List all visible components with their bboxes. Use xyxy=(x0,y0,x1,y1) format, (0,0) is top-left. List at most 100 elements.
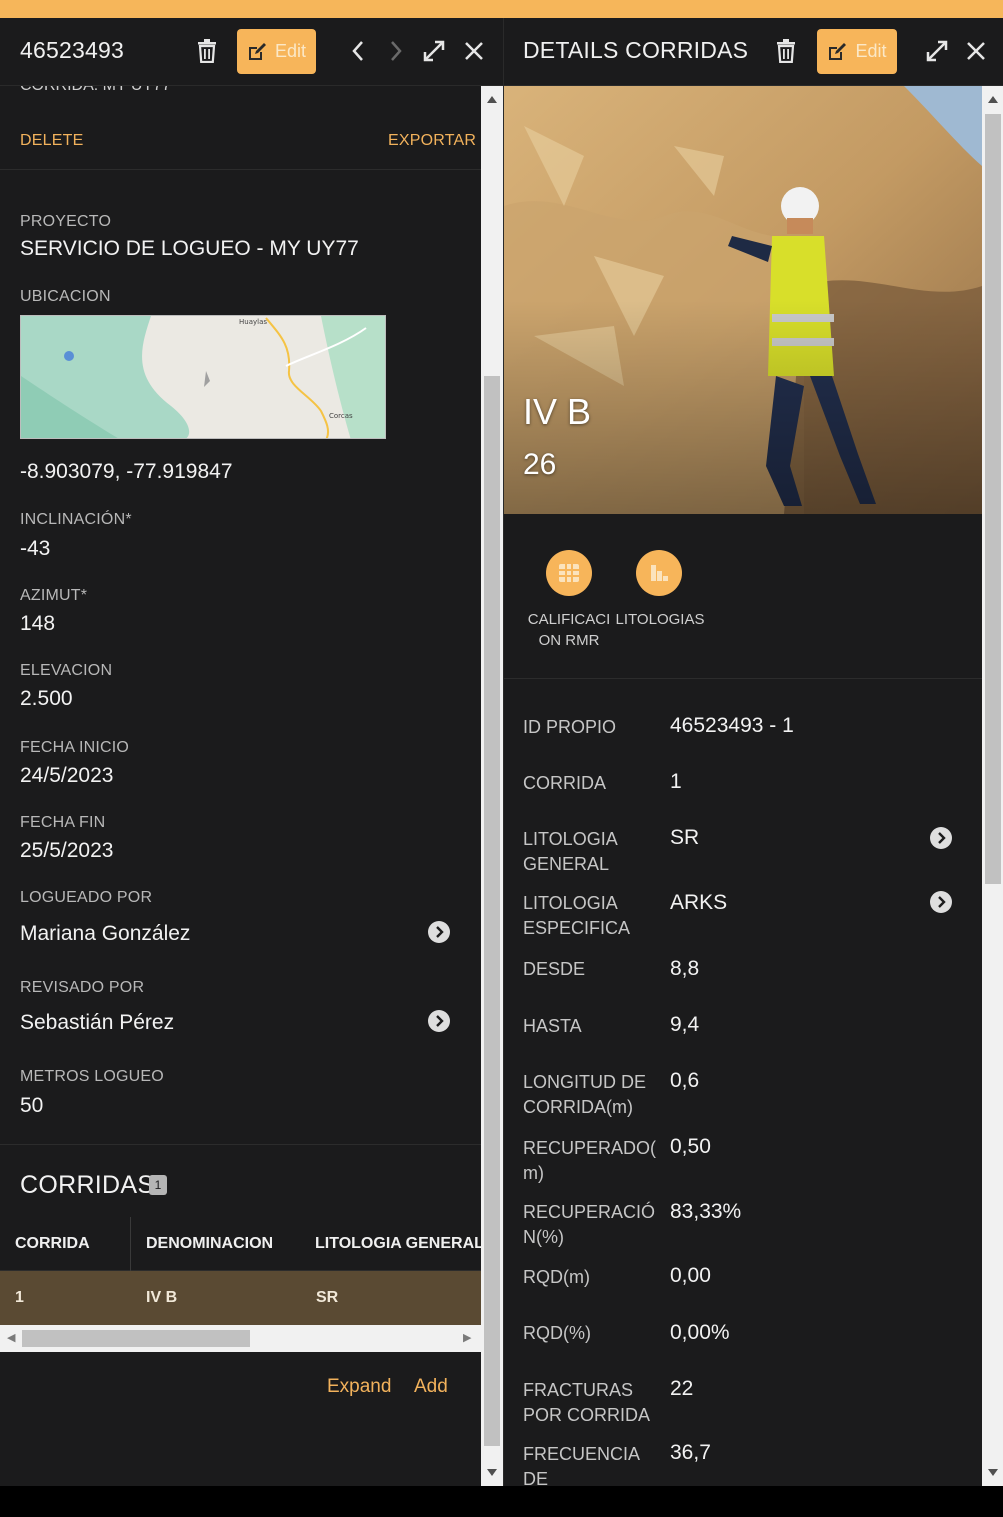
litologias-label: LITOLOGIAS xyxy=(615,611,705,628)
logged-by-value: Mariana González xyxy=(20,922,191,945)
column-header-denominacion[interactable]: DENOMINACION xyxy=(146,1235,273,1253)
grid-icon xyxy=(559,564,579,582)
reviewed-by-label: REVISADO POR xyxy=(20,979,145,996)
scrollbar-thumb[interactable] xyxy=(22,1330,250,1347)
detail-label: FRACTURAS POR CORRIDA xyxy=(523,1380,651,1425)
logged-by-link[interactable] xyxy=(428,921,450,943)
details-title: DETAILS CORRIDAS xyxy=(523,37,749,63)
chevron-right-icon xyxy=(391,41,402,61)
close-button[interactable] xyxy=(956,28,996,74)
expand-link[interactable]: Expand xyxy=(327,1376,391,1398)
expand-button[interactable] xyxy=(917,28,957,74)
left-vertical-scrollbar[interactable] xyxy=(481,86,503,1486)
column-header-corrida[interactable]: CORRIDA xyxy=(15,1235,90,1253)
rmr-label-line2: ON RMR xyxy=(538,632,600,649)
corridas-count-badge: 1 xyxy=(149,1175,167,1195)
elevation-label: ELEVACION xyxy=(20,662,113,679)
project-value: SERVICIO DE LOGUEO - MY UY77 xyxy=(20,237,359,260)
edit-label: Edit xyxy=(274,41,307,61)
cell-corrida: 1 xyxy=(15,1289,24,1306)
inclination-value: -43 xyxy=(20,537,51,560)
trash-icon xyxy=(777,39,795,63)
delete-link[interactable]: DELETE xyxy=(20,132,83,150)
horizontal-scrollbar[interactable]: ◀ ▶ xyxy=(0,1325,481,1352)
scrollbar-thumb[interactable] xyxy=(985,114,1001,884)
delete-button[interactable] xyxy=(187,28,227,74)
scroll-left-icon[interactable]: ◀ xyxy=(7,1331,15,1344)
add-link[interactable]: Add xyxy=(414,1376,448,1398)
cell-denominacion: IV B xyxy=(146,1289,178,1306)
location-label: UBICACION xyxy=(20,288,111,305)
detail-label: LONGITUD DE CORRIDA(m) xyxy=(523,1072,647,1117)
expand-button[interactable] xyxy=(414,28,454,74)
record-panel: 46523493 Edit CORRIDA: MY UY77 DELETE EX… xyxy=(0,18,503,1486)
detail-label: RQD(%) xyxy=(523,1323,591,1343)
detail-label: RECUPERADO(m) xyxy=(523,1138,657,1183)
detail-label: FRECUENCIADE FRACTURAS xyxy=(523,1444,641,1486)
edit-icon xyxy=(829,42,847,60)
map-label-huaylas: Huaylas xyxy=(239,318,267,326)
grid-header: CORRIDA DENOMINACION LITOLOGIA GENERAL..… xyxy=(0,1217,481,1271)
delete-button[interactable] xyxy=(766,28,806,74)
edit-icon xyxy=(248,42,266,60)
clipped-text: CORRIDA: MY UY77 xyxy=(20,86,171,94)
specific-lithology-link[interactable] xyxy=(930,891,952,913)
detail-label: ID PROPIO xyxy=(523,717,617,737)
logged-meters-value: 50 xyxy=(20,1094,44,1117)
column-separator xyxy=(130,1217,131,1271)
detail-label: LITOLOGIA ESPECIFICA xyxy=(523,893,631,938)
chevron-left-icon xyxy=(352,41,363,61)
litologias-button[interactable] xyxy=(636,550,682,596)
detail-label: LITOLOGIA GENERAL xyxy=(523,829,618,874)
chart-icon xyxy=(651,565,668,581)
detail-value: 46523493 - 1 xyxy=(670,714,794,737)
close-button[interactable] xyxy=(454,28,494,74)
previous-button[interactable] xyxy=(338,28,378,74)
detail-value: 0,50 xyxy=(670,1135,711,1158)
expand-icon xyxy=(423,40,445,62)
detail-label: CORRIDA xyxy=(523,773,607,793)
edit-button[interactable]: Edit xyxy=(237,29,316,74)
rmr-label-line1: CALIFICACI xyxy=(527,611,611,628)
record-title: 46523493 xyxy=(20,37,124,63)
logged-meters-label: METROS LOGUEO xyxy=(20,1068,164,1085)
chevron-right-icon xyxy=(436,926,444,938)
general-lithology-link[interactable] xyxy=(930,827,952,849)
top-accent-strip xyxy=(0,0,1003,18)
scroll-up-icon[interactable] xyxy=(487,96,497,103)
export-link[interactable]: EXPORTAR xyxy=(388,132,476,150)
scroll-down-icon[interactable] xyxy=(487,1469,497,1476)
detail-value: 83,33% xyxy=(670,1200,742,1223)
trash-icon xyxy=(198,39,216,63)
section-divider xyxy=(0,1144,481,1145)
chevron-right-icon xyxy=(436,1015,444,1027)
detail-value: ARKS xyxy=(670,891,728,914)
scroll-up-icon[interactable] xyxy=(988,96,998,103)
table-row[interactable]: 1 IV B SR xyxy=(0,1271,481,1325)
reviewed-by-value: Sebastián Pérez xyxy=(20,1011,175,1034)
reviewed-by-link[interactable] xyxy=(428,1010,450,1032)
edit-button[interactable]: Edit xyxy=(817,29,897,74)
start-date-label: FECHA INICIO xyxy=(20,739,130,756)
detail-label: HASTA xyxy=(523,1016,582,1036)
cell-litologia: SR xyxy=(316,1289,339,1306)
scroll-right-icon[interactable]: ▶ xyxy=(463,1331,471,1344)
right-vertical-scrollbar[interactable] xyxy=(982,86,1003,1486)
scroll-down-icon[interactable] xyxy=(988,1469,998,1476)
hero-subtitle: 26 xyxy=(523,448,557,481)
edit-label: Edit xyxy=(855,41,887,61)
detail-value: 36,7 xyxy=(670,1441,711,1464)
record-header: 46523493 Edit xyxy=(0,18,503,86)
detail-label: RQD(m) xyxy=(523,1267,590,1287)
scrollbar-thumb[interactable] xyxy=(484,376,500,1446)
rmr-rating-button[interactable] xyxy=(546,550,592,596)
next-button[interactable] xyxy=(376,28,416,74)
corridas-title: CORRIDAS xyxy=(20,1171,155,1199)
location-map[interactable]: Huaylas Corcas xyxy=(20,315,386,439)
start-date-value: 24/5/2023 xyxy=(20,764,114,787)
project-label: PROYECTO xyxy=(20,213,112,230)
column-header-litologia[interactable]: LITOLOGIA GENERAL... xyxy=(315,1235,481,1253)
detail-value: 22 xyxy=(670,1377,694,1400)
detail-value: 1 xyxy=(670,770,682,793)
coordinates: -8.903079, -77.919847 xyxy=(20,460,233,483)
